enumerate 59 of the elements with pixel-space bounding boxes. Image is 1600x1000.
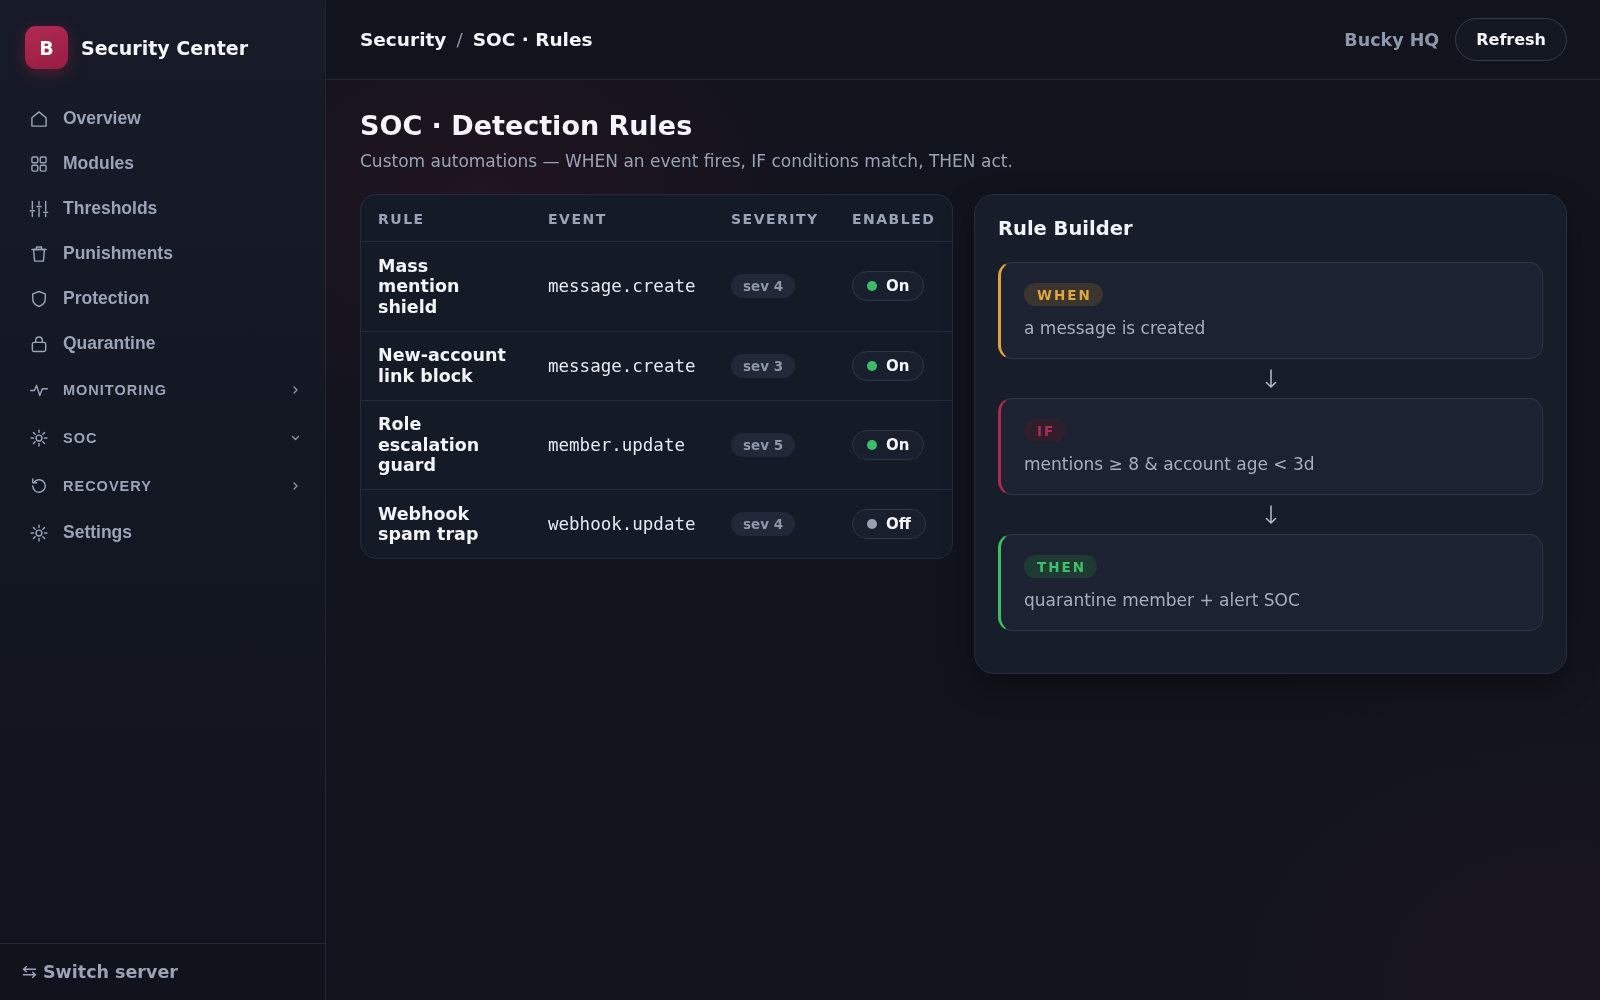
step-text: mentions ≥ 8 & account age < 3d: [1024, 453, 1316, 475]
status-toggle[interactable]: Off: [852, 509, 926, 539]
step-tag: IF: [1024, 419, 1067, 442]
nav-section[interactable]: RECOVERY: [0, 462, 325, 510]
server-name: Bucky HQ: [1344, 29, 1440, 50]
grid-icon: [29, 153, 49, 174]
nav-section[interactable]: MONITORING: [0, 366, 325, 414]
sun-icon: [29, 428, 49, 448]
rotate-arrow-icon: [29, 476, 49, 496]
event-name: message.create: [548, 276, 696, 297]
column-header: ENABLED: [852, 210, 936, 227]
breadcrumb-link[interactable]: Security: [360, 29, 447, 50]
lock-icon: [29, 333, 49, 354]
event-name: message.create: [548, 355, 696, 376]
rule-name: Mass mention shield: [378, 255, 461, 317]
nav-item[interactable]: Punishments: [0, 231, 325, 276]
switch-server-button[interactable]: Switch server: [22, 962, 178, 982]
status-toggle[interactable]: On: [852, 429, 925, 460]
breadcrumb-current: SOC · Rules: [472, 29, 593, 50]
nav-item[interactable]: Protection: [0, 276, 325, 321]
page-title: SOC · Detection Rules: [360, 109, 694, 143]
app-logo: B: [25, 26, 68, 69]
rule-name: Role escalation guard: [378, 414, 481, 476]
nav-item[interactable]: Overview: [0, 96, 325, 141]
nav-item[interactable]: Thresholds: [0, 186, 325, 231]
step-text: quarantine member + alert SOC: [1024, 589, 1301, 611]
column-header: RULE: [378, 210, 425, 227]
step-tag: WHEN: [1024, 283, 1103, 306]
page-subtitle: Custom automations — WHEN an event fires, IF conditions match, THEN act.: [360, 150, 1014, 172]
nav-section[interactable]: SOC: [0, 414, 325, 462]
column-header: EVENT: [548, 210, 607, 227]
arrow-down-icon: [1264, 504, 1277, 525]
refresh-button[interactable]: Refresh: [1455, 18, 1567, 61]
home-icon: [29, 108, 49, 129]
step-text: a message is created: [1024, 317, 1207, 339]
arrow-down-icon: [1264, 368, 1277, 389]
severity-badge: sev 5: [731, 432, 796, 457]
shield-icon: [29, 288, 49, 309]
severity-badge: sev 4: [731, 274, 796, 299]
nav-item[interactable]: Settings: [0, 510, 325, 555]
nav-item[interactable]: Quarantine: [0, 321, 325, 366]
settings-icon: [29, 522, 49, 543]
column-header: SEVERITY: [731, 210, 819, 227]
app-title: Security Center: [81, 36, 249, 59]
breadcrumb-separator: /: [456, 29, 463, 50]
rule-name: Webhook spam trap: [378, 503, 480, 545]
severity-badge: sev 4: [731, 512, 796, 536]
nav-item[interactable]: Modules: [0, 141, 325, 186]
event-name: member.update: [548, 434, 685, 455]
rule-name: New-account link block: [378, 345, 507, 386]
swap-arrows-icon: [22, 966, 37, 978]
panel-title: Rule Builder: [998, 216, 1134, 242]
sliders-icon: [29, 198, 49, 219]
event-name: webhook.update: [548, 514, 696, 534]
status-toggle[interactable]: On: [852, 350, 925, 381]
trash-icon: [29, 243, 49, 264]
severity-badge: sev 3: [731, 353, 796, 378]
status-toggle[interactable]: On: [852, 271, 925, 302]
step-tag: THEN: [1024, 555, 1098, 578]
